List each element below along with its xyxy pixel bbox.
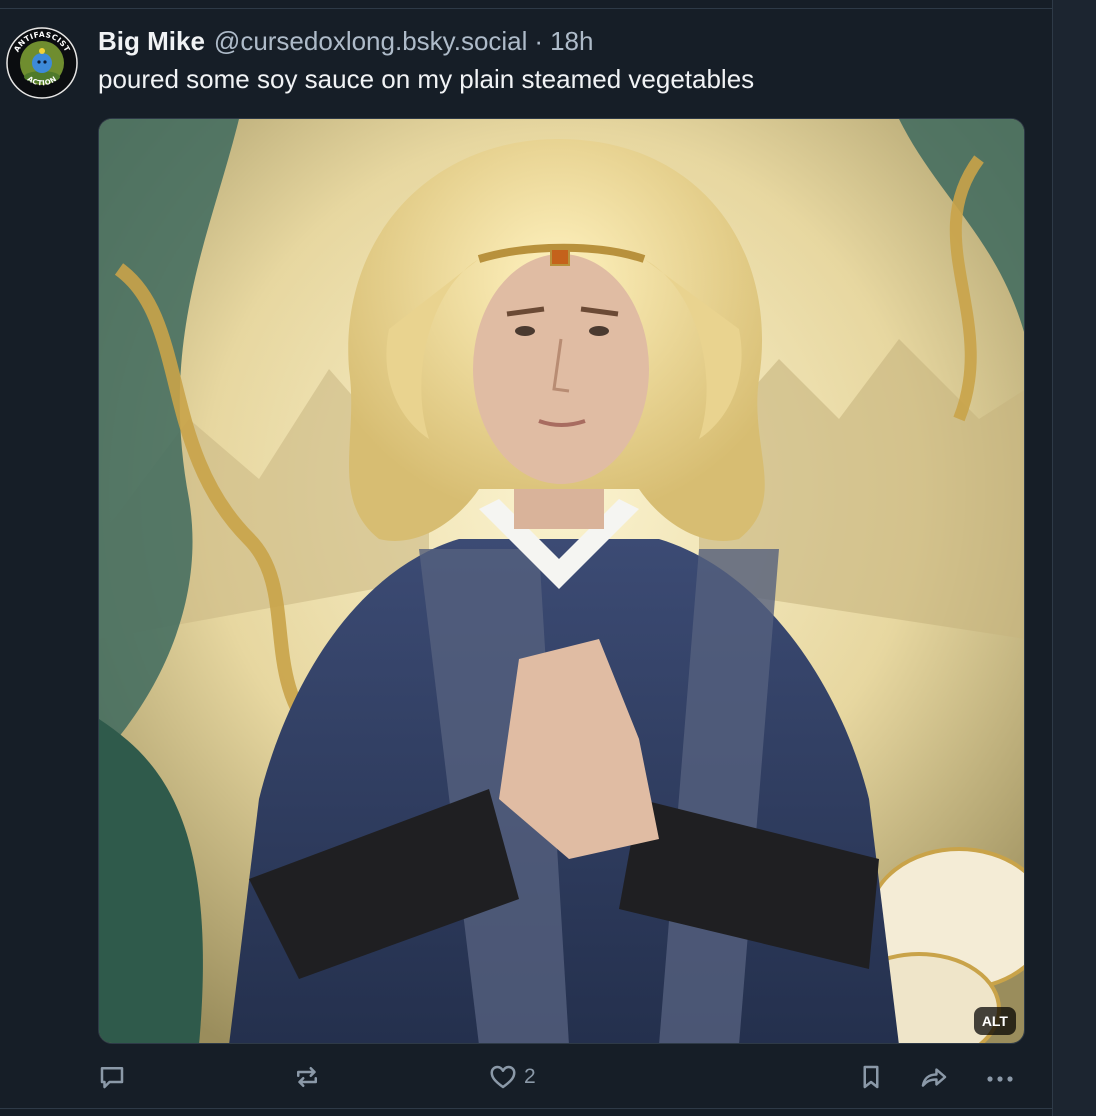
post-header: Big Mike @cursedoxlong.bsky.social · 18h — [98, 24, 593, 58]
post-actions: 2 — [0, 1058, 1052, 1098]
bookmark-icon — [863, 1065, 879, 1089]
repost-button[interactable] — [292, 1058, 322, 1096]
bottom-divider — [0, 1108, 1052, 1109]
share-button[interactable] — [918, 1058, 950, 1096]
ellipsis-icon — [987, 1076, 1013, 1082]
bookmark-button[interactable] — [856, 1058, 886, 1096]
repost-arrows-icon — [297, 1067, 317, 1087]
author-handle[interactable]: @cursedoxlong.bsky.social — [214, 26, 528, 57]
top-divider — [0, 8, 1052, 9]
heart-icon — [490, 1065, 516, 1089]
avatar-image: ANTIFASCIST ACTION — [6, 27, 78, 99]
post-image-illustration — [99, 119, 1024, 1043]
speech-bubble-icon — [100, 1067, 124, 1089]
post-text: poured some soy sauce on my plain steame… — [98, 64, 755, 94]
like-button[interactable]: 2 — [488, 1058, 536, 1096]
reply-button[interactable] — [97, 1058, 127, 1096]
author-name[interactable]: Big Mike — [98, 26, 205, 57]
post-image[interactable]: ALT — [98, 118, 1025, 1044]
alt-badge[interactable]: ALT — [973, 1007, 1016, 1035]
separator-dot: · — [534, 25, 544, 56]
post-timestamp[interactable]: 18h — [550, 26, 593, 57]
right-panel — [1053, 0, 1096, 1116]
more-options-button[interactable] — [983, 1058, 1017, 1096]
author-avatar[interactable]: ANTIFASCIST ACTION — [6, 27, 78, 99]
share-arrow-icon — [921, 1068, 947, 1087]
like-count: 2 — [524, 1065, 536, 1088]
